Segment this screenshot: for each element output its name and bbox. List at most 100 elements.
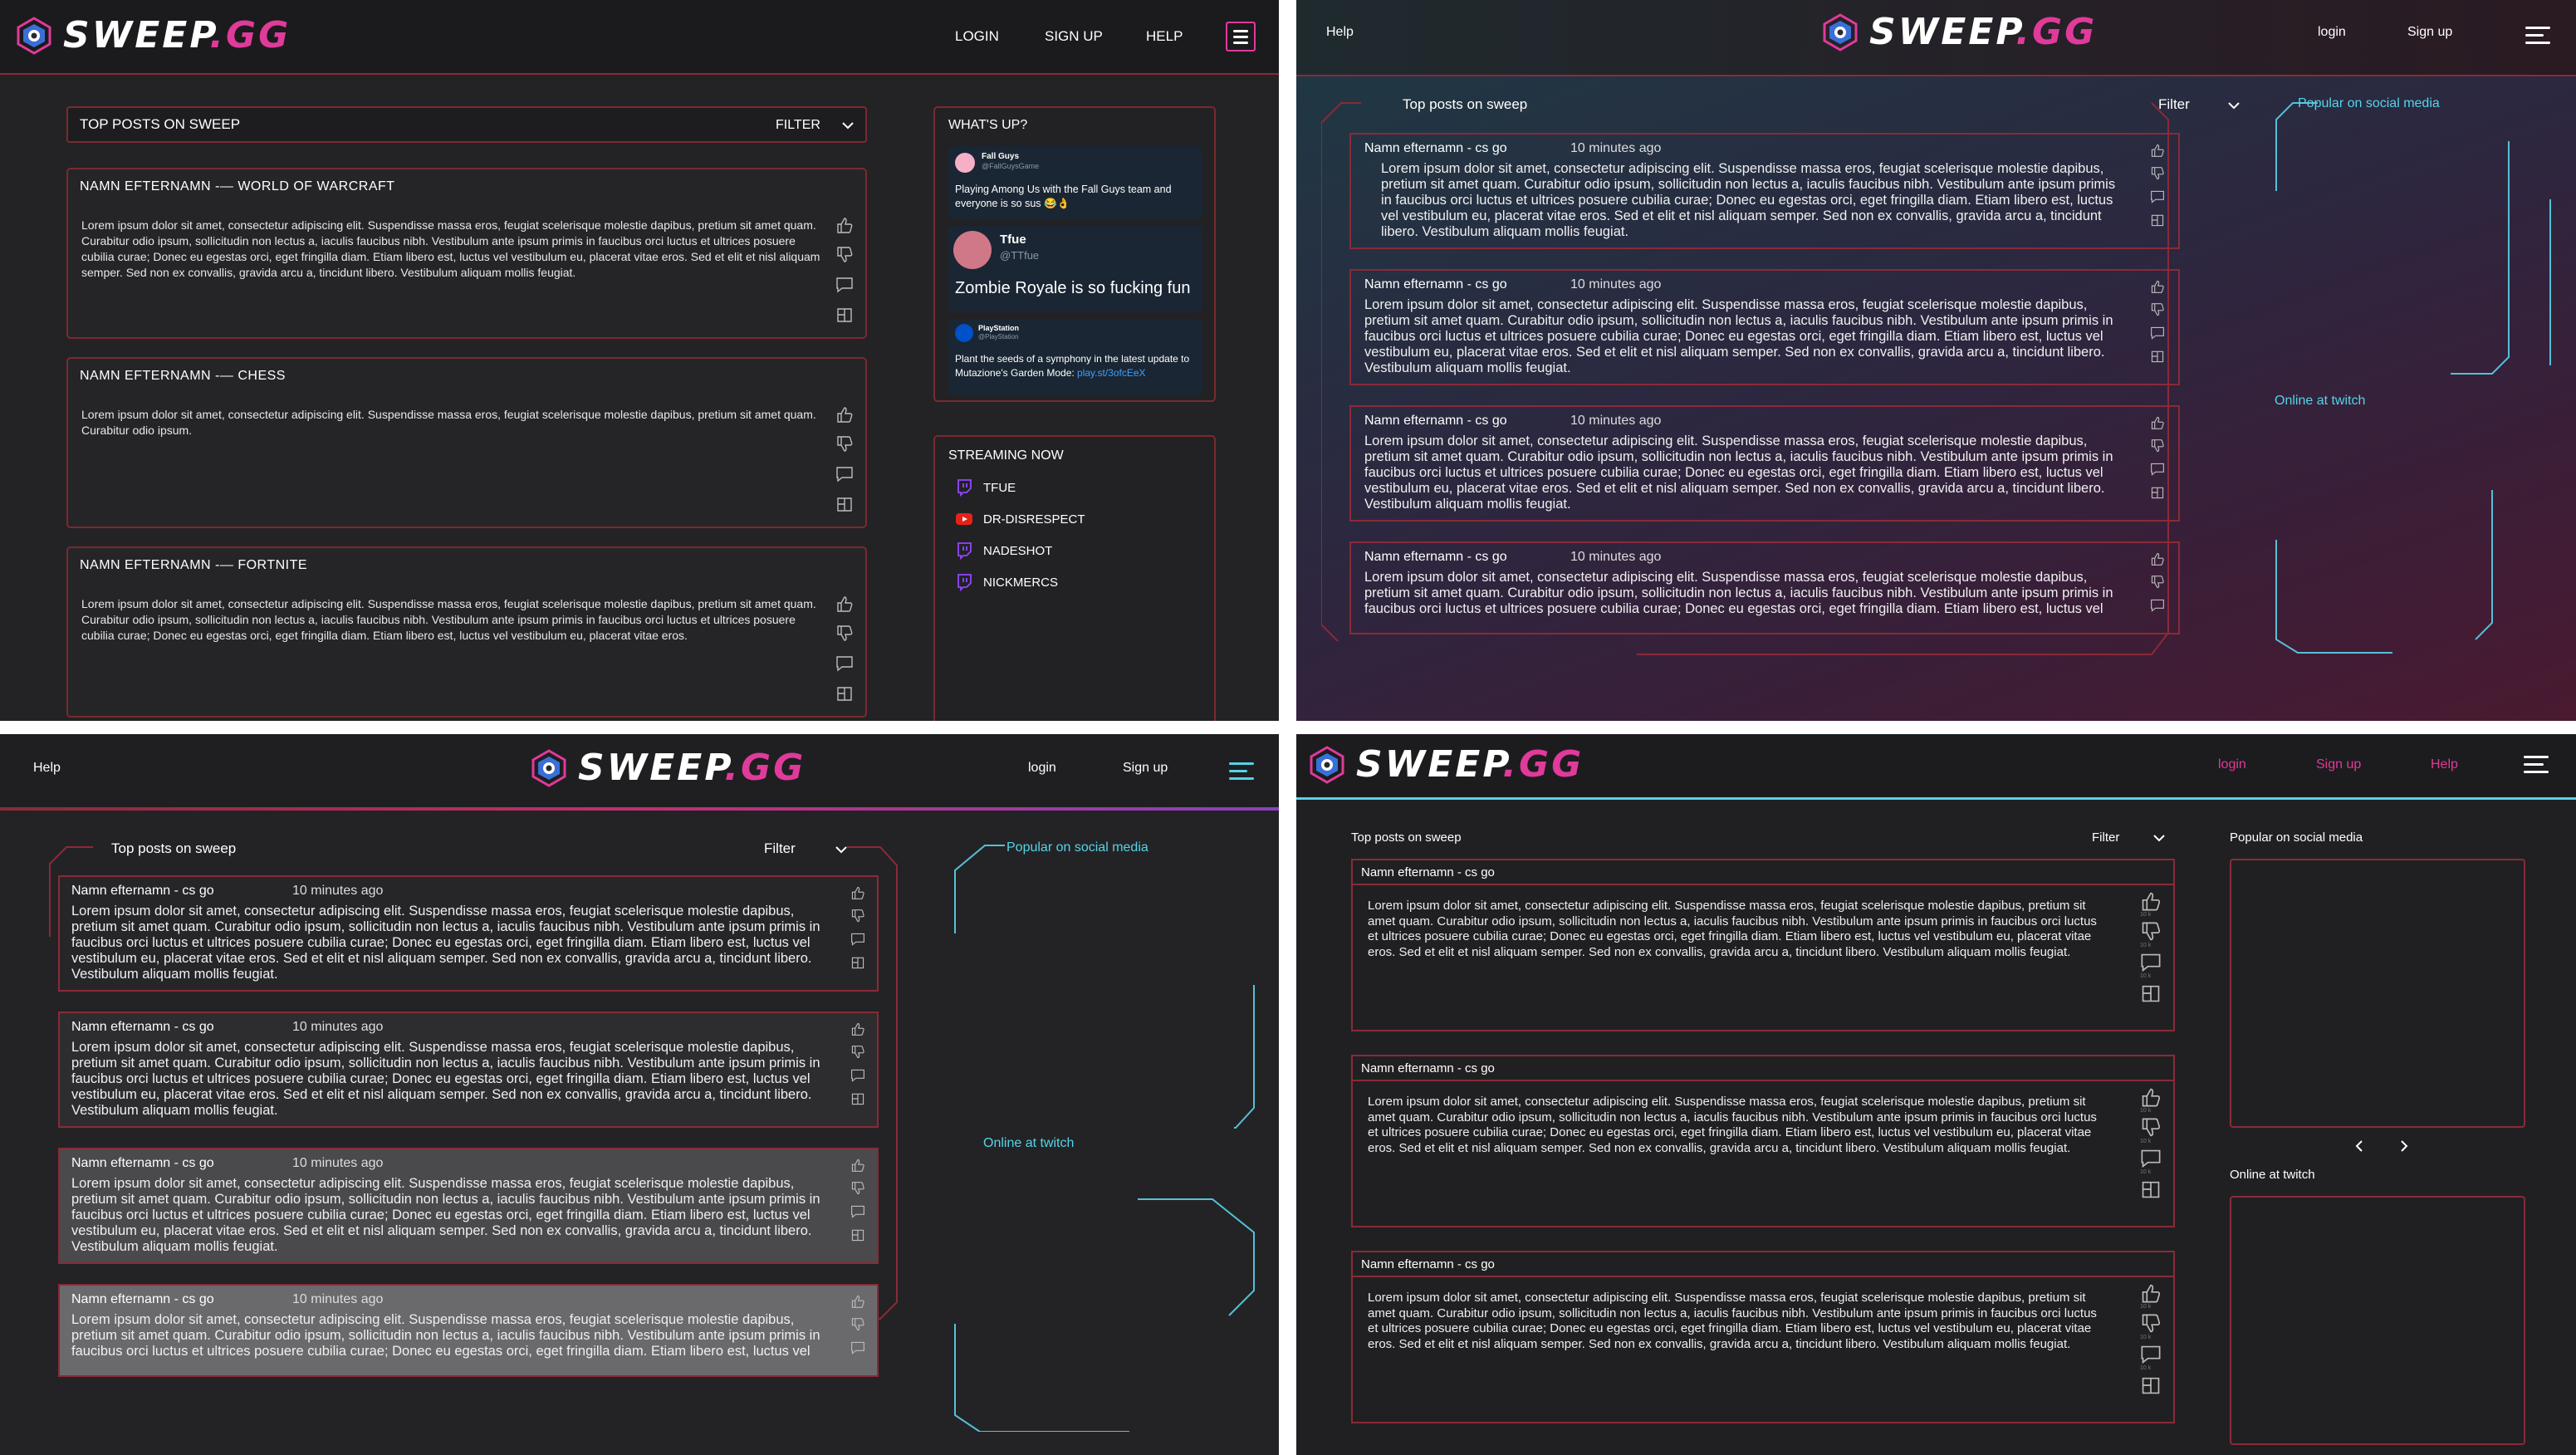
post-card[interactable]: Namn efternamn - cs go 10 minutes ago Lo… (58, 1284, 879, 1377)
like-icon[interactable] (2150, 279, 2165, 294)
stream-item[interactable]: TFUE (955, 478, 1016, 497)
share-icon[interactable] (2140, 1374, 2162, 1396)
brand-logo[interactable]: SWEEP.GG (530, 749, 806, 787)
post-card[interactable]: Namn efternamn - cs go Lorem ipsum dolor… (1351, 1055, 2175, 1227)
comment-icon[interactable] (835, 465, 854, 483)
login-link[interactable]: login (2218, 757, 2246, 772)
share-icon[interactable] (2150, 349, 2165, 364)
like-icon[interactable] (835, 595, 854, 613)
post-card[interactable]: NAMN EFTERNAMN -— WORLD OF WARCRAFT Lore… (66, 168, 867, 339)
like-icon[interactable] (850, 1021, 865, 1036)
tweet-link[interactable]: play.st/3ofcEeX (1077, 367, 1146, 379)
comment-icon[interactable] (850, 1204, 865, 1219)
share-icon[interactable] (2140, 1178, 2162, 1200)
dislike-icon[interactable] (850, 1045, 865, 1060)
filter-dropdown[interactable]: Filter (2158, 96, 2190, 113)
post-card[interactable]: Namn efternamn - cs go 10 minutes ago Lo… (1349, 405, 2180, 522)
comment-icon[interactable] (2150, 189, 2165, 204)
post-card[interactable]: Namn efternamn - cs go Lorem ipsum dolor… (1351, 859, 2175, 1031)
help-link[interactable]: Help (1326, 25, 1354, 40)
tweet-card[interactable]: PlayStation @PlayStation Plant the seeds… (948, 319, 1202, 395)
menu-button[interactable] (1226, 22, 1256, 51)
help-link[interactable]: HELP (1146, 28, 1183, 45)
chevron-down-icon[interactable] (2226, 98, 2241, 113)
share-icon[interactable] (850, 1227, 865, 1242)
dislike-icon[interactable] (850, 1317, 865, 1332)
filter-dropdown[interactable]: Filter (764, 840, 796, 857)
login-link[interactable]: login (2318, 25, 2346, 40)
comment-icon[interactable] (850, 1340, 865, 1355)
comment-icon[interactable] (835, 276, 854, 294)
share-icon[interactable] (850, 1091, 865, 1106)
dislike-icon[interactable] (850, 909, 865, 923)
hamburger-icon[interactable] (2524, 756, 2549, 776)
share-icon[interactable] (2150, 213, 2165, 228)
brand-logo[interactable]: SWEEP.GG (15, 17, 291, 55)
like-icon[interactable] (2140, 890, 2162, 912)
signup-link[interactable]: Sign up (2316, 757, 2361, 772)
share-icon[interactable] (835, 684, 854, 703)
like-icon[interactable] (850, 885, 865, 900)
dislike-icon[interactable] (835, 435, 854, 453)
like-icon[interactable] (2150, 415, 2165, 430)
chevron-down-icon[interactable] (2152, 830, 2167, 845)
like-icon[interactable] (835, 405, 854, 424)
dislike-icon[interactable] (2150, 575, 2165, 590)
signup-link[interactable]: SIGN UP (1045, 28, 1103, 45)
like-icon[interactable] (2150, 143, 2165, 158)
share-icon[interactable] (2150, 485, 2165, 500)
filter-dropdown[interactable]: FILTER (776, 118, 820, 133)
dislike-icon[interactable] (2150, 166, 2165, 181)
post-card[interactable]: NAMN EFTERNAMN -— FORTNITE Lorem ipsum d… (66, 546, 867, 718)
comment-icon[interactable] (2150, 462, 2165, 477)
comment-icon[interactable] (850, 932, 865, 947)
comment-icon[interactable] (850, 1068, 865, 1083)
share-icon[interactable] (835, 495, 854, 513)
post-card[interactable]: Namn efternamn - cs go 10 minutes ago Lo… (1349, 269, 2180, 385)
tweet-card[interactable]: Fall Guys @FallGuysGame Playing Among Us… (948, 146, 1202, 219)
filter-dropdown[interactable]: Filter (2092, 830, 2119, 845)
share-icon[interactable] (850, 955, 865, 970)
share-icon[interactable] (835, 306, 854, 324)
post-card[interactable]: Namn efternamn - cs go 10 minutes ago Lo… (1349, 541, 2180, 634)
comment-icon[interactable] (835, 654, 854, 673)
like-icon[interactable] (835, 216, 854, 234)
like-icon[interactable] (2140, 1282, 2162, 1304)
dislike-icon[interactable] (2140, 1313, 2162, 1335)
tweet-card[interactable]: Tfue @TTfue Zombie Royale is so fucking … (948, 226, 1202, 312)
dislike-icon[interactable] (2150, 302, 2165, 317)
dislike-icon[interactable] (850, 1181, 865, 1196)
comment-icon[interactable] (2140, 1344, 2162, 1365)
like-icon[interactable] (2150, 551, 2165, 566)
post-card[interactable]: Namn efternamn - cs go Lorem ipsum dolor… (1351, 1251, 2175, 1423)
dislike-icon[interactable] (2140, 921, 2162, 943)
post-card[interactable]: Namn efternamn - cs go 10 minutes ago Lo… (1349, 133, 2180, 249)
chevron-right-icon[interactable] (2396, 1138, 2412, 1154)
chevron-down-icon[interactable] (840, 118, 855, 133)
stream-item[interactable]: NICKMERCS (955, 573, 1058, 591)
login-link[interactable]: LOGIN (955, 28, 999, 45)
comment-icon[interactable] (2140, 1148, 2162, 1169)
post-card[interactable]: NAMN EFTERNAMN -— CHESS Lorem ipsum dolo… (66, 357, 867, 528)
share-icon[interactable] (2140, 982, 2162, 1004)
comment-icon[interactable] (2150, 598, 2165, 613)
dislike-icon[interactable] (2150, 438, 2165, 453)
help-link[interactable]: Help (2431, 757, 2458, 772)
post-card[interactable]: Namn efternamn - cs go 10 minutes ago Lo… (58, 1148, 879, 1264)
comment-icon[interactable] (2150, 326, 2165, 340)
hamburger-icon[interactable] (2525, 27, 2550, 47)
dislike-icon[interactable] (835, 246, 854, 264)
post-card[interactable]: Namn efternamn - cs go 10 minutes ago Lo… (58, 875, 879, 992)
hamburger-icon[interactable] (1229, 762, 1254, 782)
post-card[interactable]: Namn efternamn - cs go 10 minutes ago Lo… (58, 1012, 879, 1128)
comment-icon[interactable] (2140, 952, 2162, 973)
chevron-left-icon[interactable] (2351, 1138, 2368, 1154)
chevron-down-icon[interactable] (834, 842, 849, 857)
dislike-icon[interactable] (2140, 1117, 2162, 1139)
brand-logo[interactable]: SWEEP.GG (1821, 13, 2097, 51)
signup-link[interactable]: Sign up (1123, 761, 1168, 776)
brand-logo[interactable]: SWEEP.GG (1308, 746, 1584, 784)
like-icon[interactable] (850, 1158, 865, 1173)
stream-item[interactable]: DR-DISRESPECT (955, 510, 1085, 528)
login-link[interactable]: login (1028, 761, 1056, 776)
